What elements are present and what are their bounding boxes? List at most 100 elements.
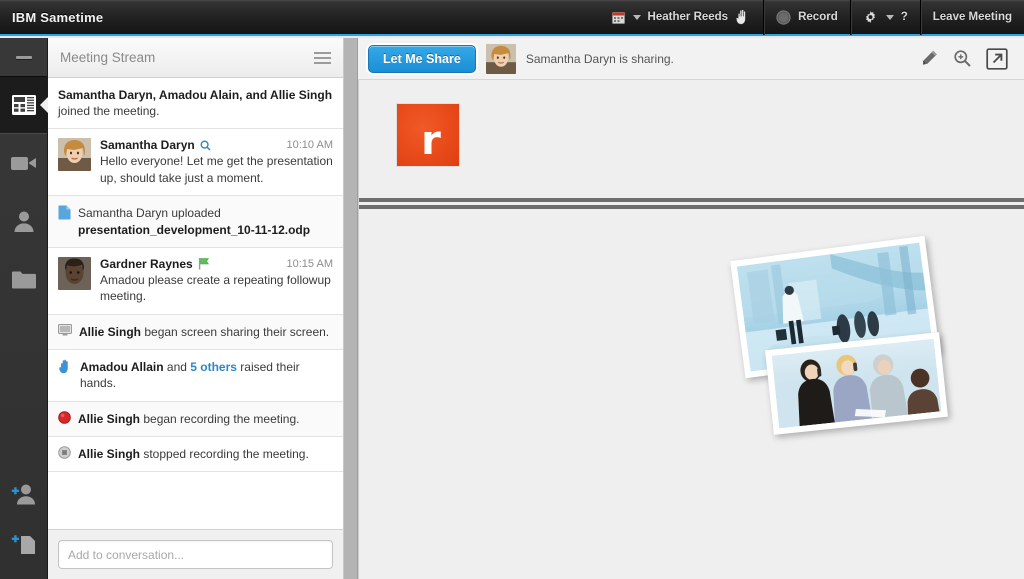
top-bar: IBM Sametime Heather Reeds Record ? Leav… [0, 0, 1024, 36]
zoom-magnifier-icon[interactable] [953, 49, 972, 68]
meeting-stream-icon [11, 94, 37, 116]
user-group[interactable]: Heather Reeds [600, 0, 764, 35]
event-row: Allie Singh began recording the meeting. [58, 410, 333, 427]
upload-row: Samantha Daryn uploaded presentation_dev… [58, 205, 333, 237]
event-row: Allie Singh began screen sharing their s… [58, 323, 333, 340]
leave-meeting-group[interactable]: Leave Meeting [919, 0, 1024, 35]
fullscreen-expand-icon[interactable] [986, 47, 1008, 70]
let-me-share-button[interactable]: Let Me Share [368, 44, 476, 73]
message-author: Gardner Raynes [100, 256, 193, 271]
list-item-recording-started-event: Allie Singh began recording the meeting. [48, 401, 343, 437]
settings-group[interactable]: ? [849, 0, 920, 35]
message-body: Samantha Daryn 10:10 AM Hello everyone! … [100, 138, 333, 186]
brand-logo: r [397, 104, 459, 166]
compose-area [48, 530, 343, 579]
share-area: Let Me Share Samantha Daryn is sharing. [358, 38, 1024, 579]
panel-divider[interactable] [344, 38, 358, 579]
event-actor: Allie Singh [78, 411, 141, 426]
stream-header: Meeting Stream [48, 38, 343, 78]
share-tools [920, 47, 1014, 70]
calendar-icon[interactable] [611, 11, 625, 24]
message-header: Samantha Daryn 10:10 AM [100, 138, 333, 152]
green-flag-icon[interactable] [198, 257, 210, 270]
raise-hand-icon[interactable] [735, 9, 751, 25]
slide-viewer[interactable]: r [358, 80, 1024, 579]
add-person-button[interactable] [0, 469, 48, 519]
message-body: Gardner Raynes 10:15 AM Amadou please cr… [100, 257, 333, 305]
list-item-raisehand-event: Amadou Allain and 5 others raised their … [48, 350, 343, 402]
add-to-conversation-input[interactable] [58, 540, 333, 569]
event-rest: began screen sharing their screen. [141, 324, 330, 339]
meeting-stream-panel: Meeting Stream Samantha Daryn, Amadou Al… [48, 38, 344, 579]
event-rest: began recording the meeting. [140, 411, 300, 426]
search-status-icon[interactable] [200, 140, 211, 151]
avatar [58, 138, 91, 172]
add-file-button[interactable] [0, 519, 48, 569]
record-circle-icon[interactable] [776, 9, 791, 25]
others-link[interactable]: 5 others [190, 360, 237, 374]
video-camera-icon [10, 153, 38, 173]
event-row: Amadou Allain and 5 others raised their … [58, 359, 333, 391]
calendar-dropdown-caret[interactable] [632, 14, 641, 20]
settings-dropdown-caret[interactable] [885, 14, 894, 20]
sidebar-item-meeting-stream[interactable] [0, 76, 48, 134]
sidebar-item-files[interactable] [0, 250, 47, 308]
event-mid: and [163, 360, 191, 375]
list-item-message[interactable]: Gardner Raynes 10:15 AM Amadou please cr… [48, 247, 343, 315]
message-time: 10:10 AM [286, 139, 333, 152]
gear-icon[interactable] [863, 10, 878, 25]
join-names: Samantha Daryn, Amadou Alain, and Allie … [58, 88, 333, 102]
photo-business-people [765, 332, 948, 435]
avatar [58, 256, 91, 290]
left-rail [0, 38, 48, 579]
hamburger-line [314, 51, 331, 54]
help-button[interactable]: ? [901, 11, 908, 23]
message-text: Hello everyone! Let me get the presentat… [100, 154, 333, 185]
sametime-meeting-window: IBM Sametime Heather Reeds Record ? Leav… [0, 0, 1024, 579]
event-text: Allie Singh began recording the meeting. [78, 411, 333, 427]
collapse-rail-button[interactable] [0, 38, 47, 76]
annotate-pencil-icon[interactable] [920, 49, 939, 68]
upload-text: Samantha Daryn uploaded presentation_dev… [78, 205, 333, 237]
person-icon [12, 209, 36, 233]
list-item-message[interactable]: Samantha Daryn 10:10 AM Hello everyone! … [48, 129, 343, 197]
upload-prefix: Samantha Daryn uploaded [78, 206, 221, 221]
message-time: 10:15 AM [286, 257, 333, 270]
hand-icon [58, 359, 73, 374]
monitor-icon [58, 323, 72, 336]
slide-content: Review: Q3 Marketing Plan prepared by Sa… [359, 213, 1024, 579]
hamburger-icon[interactable] [314, 51, 331, 64]
photo-business-people-image [771, 338, 942, 429]
event-rest: stopped recording the meeting. [140, 446, 309, 461]
event-actor: Allie Singh [79, 324, 142, 339]
uploaded-file-name[interactable]: presentation_development_10-11-12.odp [78, 223, 310, 237]
rail-bottom-actions [0, 469, 48, 569]
record-group[interactable]: Record [763, 0, 850, 35]
stream-title: Meeting Stream [60, 50, 156, 65]
hamburger-line [314, 56, 331, 59]
message-header: Gardner Raynes 10:15 AM [100, 257, 333, 271]
event-actor: Allie Singh [78, 446, 141, 461]
event-actor: Amadou Allain [80, 360, 164, 375]
current-user-name[interactable]: Heather Reeds [648, 11, 729, 23]
event-text: Amadou Allain and 5 others raised their … [80, 359, 333, 391]
add-file-icon [9, 532, 39, 556]
list-item-screenshare-event: Allie Singh began screen sharing their s… [48, 314, 343, 351]
app-title: IBM Sametime [12, 9, 104, 25]
stream-list[interactable]: Samantha Daryn, Amadou Alain, and Allie … [48, 78, 343, 530]
share-toolbar: Let Me Share Samantha Daryn is sharing. [358, 38, 1024, 80]
file-icon [58, 205, 71, 220]
record-red-icon [58, 410, 71, 424]
sidebar-item-participants[interactable] [0, 192, 47, 250]
list-item-upload-event[interactable]: Samantha Daryn uploaded presentation_dev… [48, 196, 343, 248]
brand-logo-letter: r [421, 118, 441, 165]
add-person-icon [9, 482, 39, 506]
event-text: Allie Singh began screen sharing their s… [79, 324, 333, 340]
sidebar-item-video[interactable] [0, 134, 47, 192]
record-label[interactable]: Record [798, 11, 838, 23]
presenter-avatar [485, 43, 516, 74]
leave-meeting-button[interactable]: Leave Meeting [933, 11, 1012, 23]
slide-separator [359, 195, 1024, 213]
collapse-bar-icon [15, 55, 32, 59]
slide-top-band: r [359, 80, 1024, 195]
